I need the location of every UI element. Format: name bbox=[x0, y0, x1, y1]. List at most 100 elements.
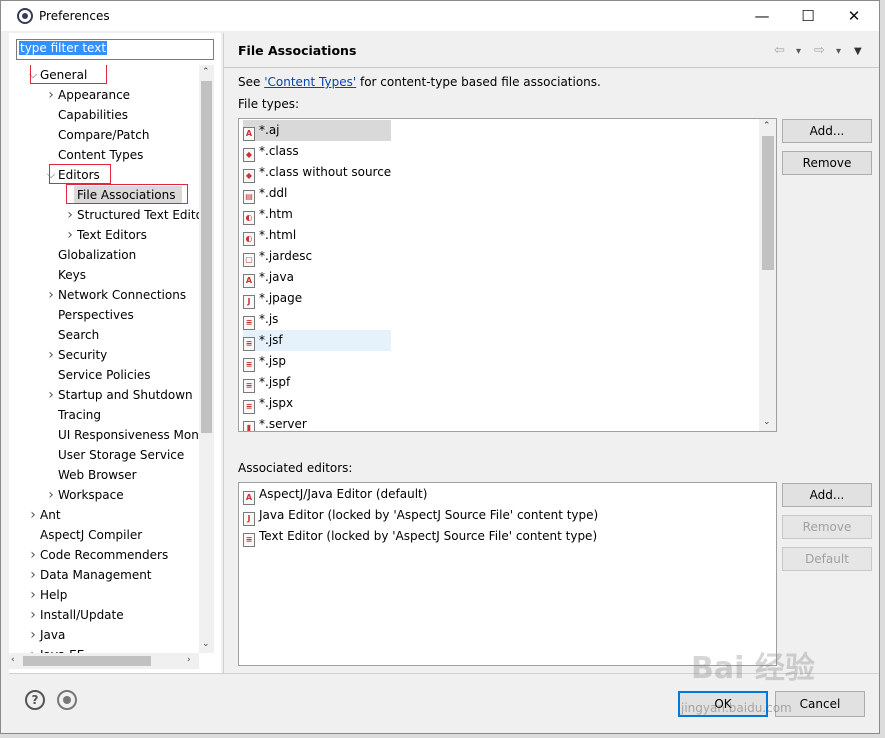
filter-input[interactable]: type filter text bbox=[16, 39, 214, 60]
file-type-name: *.jsf bbox=[259, 333, 283, 347]
file-type-row[interactable]: A *.java bbox=[243, 267, 294, 288]
back-arrow-icon[interactable]: ⇦ bbox=[774, 43, 785, 58]
add-editor-button[interactable]: Add... bbox=[782, 483, 872, 507]
chevron-right-icon[interactable]: › bbox=[27, 585, 39, 605]
tree-item-security[interactable]: › Security bbox=[9, 345, 199, 365]
tree-item-data-management[interactable]: › Data Management bbox=[9, 565, 199, 585]
file-type-row[interactable]: ◆ *.class bbox=[243, 141, 299, 162]
js-icon: ≡ bbox=[243, 316, 255, 330]
chevron-right-icon[interactable]: › bbox=[27, 645, 39, 653]
chevron-right-icon[interactable]: › bbox=[45, 385, 57, 405]
tree-item-workspace[interactable]: › Workspace bbox=[9, 485, 199, 505]
tree-item-user-storage-service[interactable]: User Storage Service bbox=[9, 445, 199, 465]
tree-item-ui-responsiveness-monitoring[interactable]: UI Responsiveness Monitoring bbox=[9, 425, 199, 445]
file-types-scrollbar[interactable]: ⌃ ⌄ bbox=[759, 119, 776, 431]
help-icon[interactable]: ? bbox=[25, 690, 45, 710]
java-editor-icon: J bbox=[243, 512, 255, 526]
scroll-up-icon[interactable]: ⌃ bbox=[202, 67, 210, 77]
add-file-type-button[interactable]: Add... bbox=[782, 119, 872, 143]
close-button[interactable]: ✕ bbox=[831, 1, 877, 31]
tree-item-ant[interactable]: › Ant bbox=[9, 505, 199, 525]
file-type-row[interactable]: ≡ *.jspf bbox=[243, 372, 290, 393]
file-type-row[interactable]: J *.jpage bbox=[243, 288, 302, 309]
chevron-right-icon[interactable]: › bbox=[45, 485, 57, 505]
tree-item-label: Workspace bbox=[58, 488, 124, 502]
forward-dropdown-icon[interactable]: ▾ bbox=[836, 46, 841, 57]
file-type-row[interactable]: ≡ *.js bbox=[243, 309, 278, 330]
content-types-link[interactable]: 'Content Types' bbox=[264, 75, 356, 89]
tree-item-search[interactable]: Search bbox=[9, 325, 199, 345]
tree-item-network-connections[interactable]: › Network Connections bbox=[9, 285, 199, 305]
tree-item-perspectives[interactable]: Perspectives bbox=[9, 305, 199, 325]
scroll-left-icon[interactable]: ‹ bbox=[11, 655, 15, 665]
view-menu-icon[interactable]: ▼ bbox=[854, 46, 862, 57]
tree-item-label: Help bbox=[40, 588, 68, 602]
file-type-row[interactable]: A *.aj bbox=[243, 120, 280, 141]
chevron-right-icon[interactable]: › bbox=[45, 345, 57, 365]
scroll-up-icon[interactable]: ⌃ bbox=[763, 121, 771, 131]
file-type-row[interactable]: ≡ *.jsf bbox=[243, 330, 283, 351]
chevron-right-icon[interactable]: › bbox=[27, 505, 39, 525]
tree-vertical-scrollbar[interactable]: ⌃ ⌄ bbox=[199, 65, 214, 653]
associated-editor-row[interactable]: J Java Editor (locked by 'AspectJ Source … bbox=[243, 505, 598, 526]
tree-hscroll-thumb[interactable] bbox=[23, 656, 151, 666]
tree-item-keys[interactable]: Keys bbox=[9, 265, 199, 285]
file-type-row[interactable]: ≡ *.jspx bbox=[243, 393, 293, 414]
back-dropdown-icon[interactable]: ▾ bbox=[796, 46, 801, 57]
maximize-button[interactable]: ☐ bbox=[785, 1, 831, 31]
tree-item-globalization[interactable]: Globalization bbox=[9, 245, 199, 265]
tree-item-install-update[interactable]: › Install/Update bbox=[9, 605, 199, 625]
tree-horizontal-scrollbar[interactable]: ‹ › bbox=[9, 653, 199, 669]
tree-item-aspectj-compiler[interactable]: AspectJ Compiler bbox=[9, 525, 199, 545]
tree-scroll-thumb[interactable] bbox=[201, 81, 212, 433]
minimize-button[interactable]: — bbox=[739, 1, 785, 31]
chevron-right-icon[interactable]: › bbox=[27, 625, 39, 645]
tree-item-service-policies[interactable]: Service Policies bbox=[9, 365, 199, 385]
file-type-row[interactable]: ▮ *.server bbox=[243, 414, 307, 431]
import-export-icon[interactable] bbox=[57, 690, 77, 710]
tree-item-java[interactable]: › Java bbox=[9, 625, 199, 645]
chevron-right-icon[interactable]: › bbox=[27, 565, 39, 585]
scroll-down-icon[interactable]: ⌄ bbox=[202, 639, 210, 649]
forward-arrow-icon[interactable]: ⇨ bbox=[814, 43, 825, 58]
file-type-row[interactable]: ◆ *.class without source bbox=[243, 162, 391, 183]
file-type-name: *.server bbox=[259, 417, 307, 431]
scroll-right-icon[interactable]: › bbox=[187, 655, 191, 665]
tree-item-java-ee[interactable]: ›Java EE bbox=[9, 645, 199, 653]
tree-item-text-editors[interactable]: › Text Editors bbox=[9, 225, 199, 245]
chevron-right-icon[interactable]: › bbox=[27, 545, 39, 565]
tree-item-label: Service Policies bbox=[58, 368, 151, 382]
tree-item-code-recommenders[interactable]: › Code Recommenders bbox=[9, 545, 199, 565]
hint-prefix: See bbox=[238, 75, 265, 89]
file-type-row[interactable]: ▤ *.ddl bbox=[243, 183, 287, 204]
tree-item-label: Capabilities bbox=[58, 108, 128, 122]
scroll-down-icon[interactable]: ⌄ bbox=[763, 417, 771, 427]
tree-item-compare-patch[interactable]: Compare/Patch bbox=[9, 125, 199, 145]
tree-item-content-types[interactable]: Content Types bbox=[9, 145, 199, 165]
remove-editor-button[interactable]: Remove bbox=[782, 515, 872, 539]
file-type-row[interactable]: ◐ *.htm bbox=[243, 204, 293, 225]
chevron-right-icon[interactable]: › bbox=[64, 205, 76, 225]
jspf-icon: ≡ bbox=[243, 379, 255, 393]
associated-editors-list[interactable]: A AspectJ/Java Editor (default) J Java Edit… bbox=[238, 482, 777, 666]
tree-item-help[interactable]: › Help bbox=[9, 585, 199, 605]
remove-file-type-button[interactable]: Remove bbox=[782, 151, 872, 175]
associated-editor-row[interactable]: A AspectJ/Java Editor (default) bbox=[243, 484, 427, 505]
chevron-right-icon[interactable]: › bbox=[27, 605, 39, 625]
tree-item-web-browser[interactable]: Web Browser bbox=[9, 465, 199, 485]
file-type-row[interactable]: ▢ *.jardesc bbox=[243, 246, 312, 267]
tree-item-capabilities[interactable]: Capabilities bbox=[9, 105, 199, 125]
chevron-right-icon[interactable]: › bbox=[45, 285, 57, 305]
file-type-row[interactable]: ◐ *.html bbox=[243, 225, 296, 246]
tree-item-appearance[interactable]: › Appearance bbox=[9, 85, 199, 105]
file-types-list[interactable]: A *.aj ◆ *.class ◆ *.class without source ▤ *.d… bbox=[238, 118, 777, 432]
tree-item-startup-and-shutdown[interactable]: › Startup and Shutdown bbox=[9, 385, 199, 405]
associated-editor-row[interactable]: ≡ Text Editor (locked by 'AspectJ Source … bbox=[243, 526, 597, 547]
tree-item-structured-text-editors[interactable]: ›Structured Text Editors bbox=[9, 205, 199, 225]
chevron-right-icon[interactable]: › bbox=[45, 85, 57, 105]
file-types-scroll-thumb[interactable] bbox=[762, 136, 774, 270]
default-editor-button[interactable]: Default bbox=[782, 547, 872, 571]
chevron-right-icon[interactable]: › bbox=[64, 225, 76, 245]
tree-item-tracing[interactable]: Tracing bbox=[9, 405, 199, 425]
file-type-row[interactable]: ≡ *.jsp bbox=[243, 351, 286, 372]
